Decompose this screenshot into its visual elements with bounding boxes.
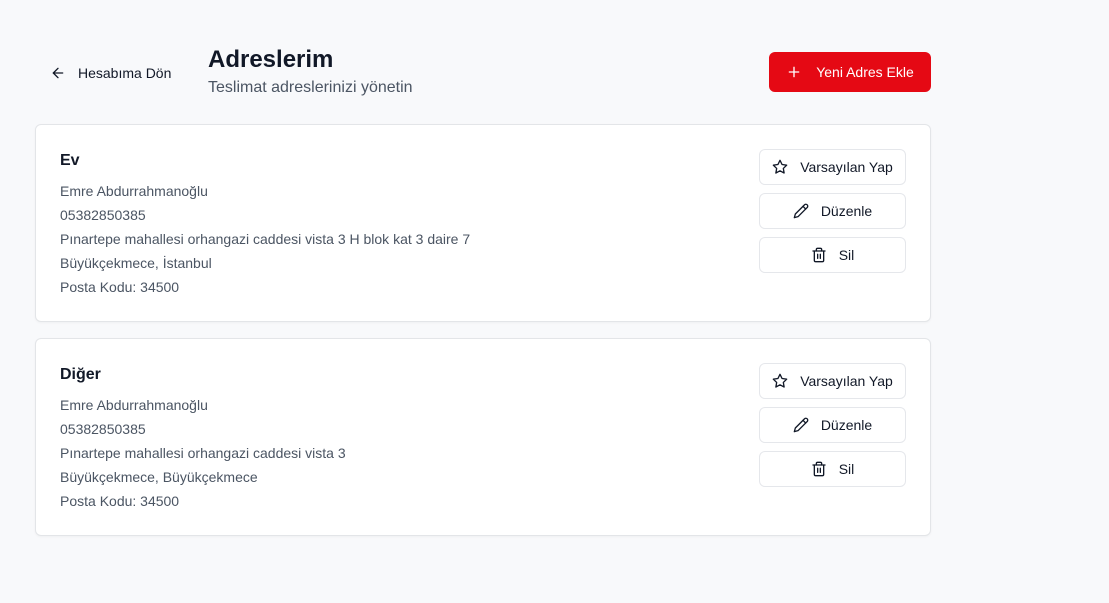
page-title: Adreslerim	[208, 46, 334, 73]
delete-label: Sil	[838, 461, 855, 477]
address-recipient-name: Emre Abdurrahmanoğlu	[60, 397, 208, 413]
address-postal-code: Posta Kodu: 34500	[60, 493, 180, 509]
address-street: Pınartepe mahallesi orhangazi caddesi vi…	[60, 445, 346, 461]
edit-button[interactable]: Düzenle	[759, 193, 906, 229]
address-card: Ev Emre Abdurrahmanoğlu 05382850385 Pına…	[35, 124, 931, 322]
arrow-left-icon	[52, 67, 64, 79]
star-icon	[772, 373, 788, 388]
delete-button[interactable]: Sil	[759, 451, 906, 487]
plus-icon	[788, 66, 800, 78]
add-button-label: Yeni Adres Ekle	[816, 64, 914, 80]
address-postal-code: Posta Kodu: 34500	[60, 279, 180, 295]
address-title: Diğer	[60, 366, 101, 383]
pencil-icon	[793, 417, 809, 433]
title-block: Adreslerim Teslimat adreslerinizi yöneti…	[208, 46, 413, 98]
address-phone: 05382850385	[60, 421, 146, 437]
add-new-address-button[interactable]: Yeni Adres Ekle	[769, 52, 931, 92]
address-city: Büyükçekmece, Büyükçekmece	[60, 469, 258, 485]
delete-button[interactable]: Sil	[759, 237, 906, 273]
edit-label: Düzenle	[820, 203, 873, 219]
trash-icon	[812, 247, 826, 263]
set-default-label: Varsayılan Yap	[800, 373, 893, 389]
address-card: Diğer Emre Abdurrahmanoğlu 05382850385 P…	[35, 338, 931, 536]
page-header: Hesabıma Dön Adreslerim Teslimat adresle…	[0, 0, 1109, 110]
address-title: Ev	[60, 152, 80, 169]
address-phone: 05382850385	[60, 207, 146, 223]
back-to-account-link[interactable]: Hesabıma Dön	[50, 62, 171, 84]
set-default-button[interactable]: Varsayılan Yap	[759, 363, 906, 399]
edit-label: Düzenle	[820, 417, 873, 433]
star-icon	[772, 159, 788, 174]
address-city: Büyükçekmece, İstanbul	[60, 255, 212, 271]
address-info: Ev Emre Abdurrahmanoğlu 05382850385 Pına…	[60, 151, 470, 299]
trash-icon	[812, 461, 826, 477]
address-info: Diğer Emre Abdurrahmanoğlu 05382850385 P…	[60, 365, 346, 513]
address-recipient-name: Emre Abdurrahmanoğlu	[60, 183, 208, 199]
set-default-label: Varsayılan Yap	[800, 159, 893, 175]
address-street: Pınartepe mahallesi orhangazi caddesi vi…	[60, 231, 471, 247]
set-default-button[interactable]: Varsayılan Yap	[759, 149, 906, 185]
edit-button[interactable]: Düzenle	[759, 407, 906, 443]
back-link-label: Hesabıma Dön	[78, 65, 172, 81]
pencil-icon	[793, 203, 809, 219]
address-actions: Varsayılan Yap Düzenle Sil	[759, 363, 906, 495]
address-actions: Varsayılan Yap Düzenle Sil	[759, 149, 906, 281]
delete-label: Sil	[838, 247, 855, 263]
page-subtitle: Teslimat adreslerinizi yönetin	[208, 79, 413, 96]
